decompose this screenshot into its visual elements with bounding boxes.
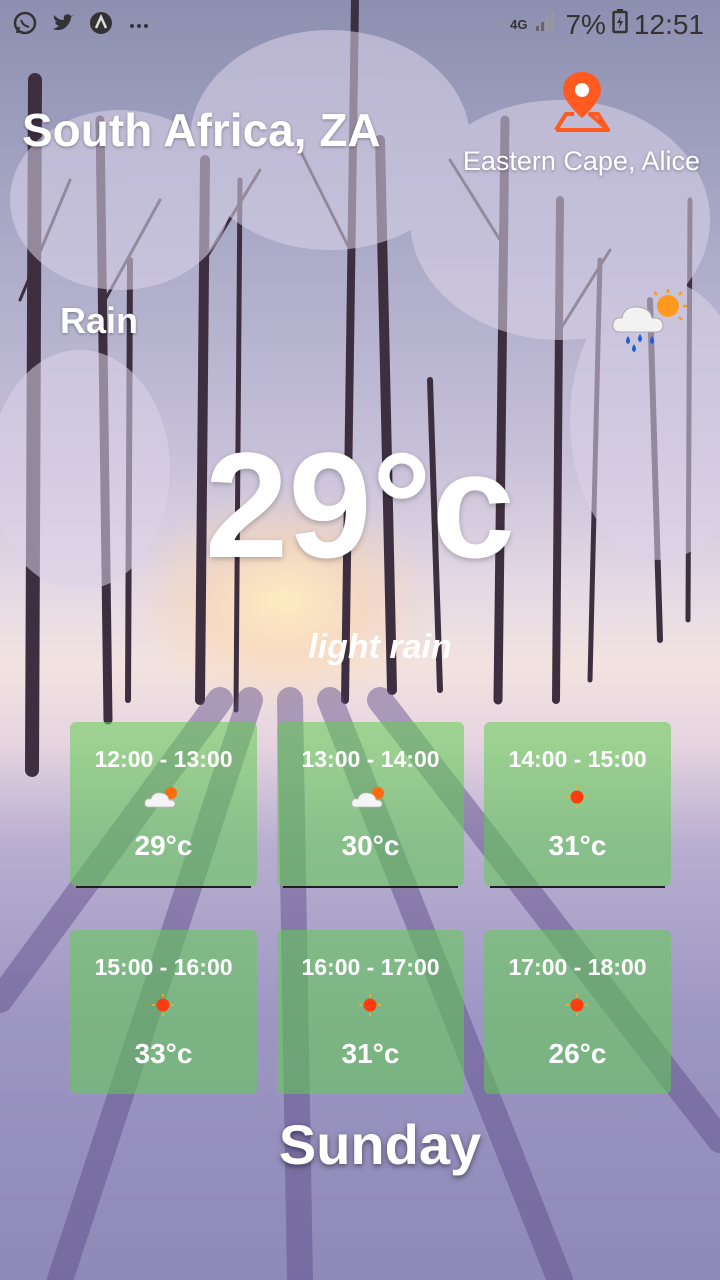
app-icon <box>88 10 114 36</box>
sun-icon <box>566 786 588 808</box>
location-country: South Africa, ZA <box>22 104 381 156</box>
forecast-temp: 33°c <box>134 1038 193 1069</box>
current-condition: Rain <box>60 300 139 341</box>
forecast-time: 12:00 - 13:00 <box>94 746 233 772</box>
forecast-temp: 30°c <box>341 830 400 861</box>
forecast-time: 16:00 - 17:00 <box>301 954 440 980</box>
forecast-temp: 31°c <box>341 1038 400 1069</box>
forecast-temp: 29°c <box>134 830 193 861</box>
forecast-card[interactable]: 16:00 - 17:00 31°c <box>277 930 464 1094</box>
weather-description: light rain <box>308 628 452 666</box>
rain-cloud-sun-icon <box>608 288 688 352</box>
clock: 12:51 <box>633 8 704 40</box>
sun-icon <box>359 994 381 1016</box>
signal-icon <box>533 8 559 41</box>
battery-percent: 7% <box>565 8 606 40</box>
sun-icon <box>152 994 174 1016</box>
current-temperature: 29°c <box>204 421 516 589</box>
battery-icon <box>612 8 628 41</box>
partly-cloudy-icon <box>144 787 177 808</box>
forecast-time: 15:00 - 16:00 <box>94 954 233 980</box>
forecast-card[interactable]: 12:00 - 13:00 29°c <box>70 722 257 888</box>
location-pin-icon <box>554 72 610 132</box>
location-pin-button[interactable] <box>552 68 612 134</box>
more-notifications-icon <box>126 10 152 36</box>
forecast-temp: 26°c <box>548 1038 607 1069</box>
forecast-time: 17:00 - 18:00 <box>508 954 647 980</box>
notification-icons <box>12 10 152 36</box>
forecast-time: 13:00 - 14:00 <box>301 746 440 772</box>
forecast-card[interactable]: 15:00 - 16:00 33°c <box>70 930 257 1094</box>
partly-cloudy-icon <box>351 787 384 808</box>
twitter-icon <box>50 10 76 36</box>
forecast-temp: 31°c <box>548 830 607 861</box>
weather-screen: 4G 7% 12:51 South Africa, ZA Eastern Cap… <box>0 0 720 1280</box>
forecast-card[interactable]: 14:00 - 15:00 31°c <box>484 722 671 888</box>
sun-icon <box>566 994 588 1016</box>
forecast-card[interactable]: 13:00 - 14:00 30°c <box>277 722 464 888</box>
status-bar: 4G 7% 12:51 <box>0 0 720 50</box>
day-label: Sunday <box>278 1113 482 1176</box>
whatsapp-icon <box>12 10 38 36</box>
network-type: 4G <box>510 17 528 32</box>
location-region: Eastern Cape, Alice <box>462 146 700 176</box>
forecast-card[interactable]: 17:00 - 18:00 26°c <box>484 930 671 1094</box>
system-status: 4G 7% 12:51 <box>510 8 704 41</box>
forecast-time: 14:00 - 15:00 <box>508 746 647 772</box>
